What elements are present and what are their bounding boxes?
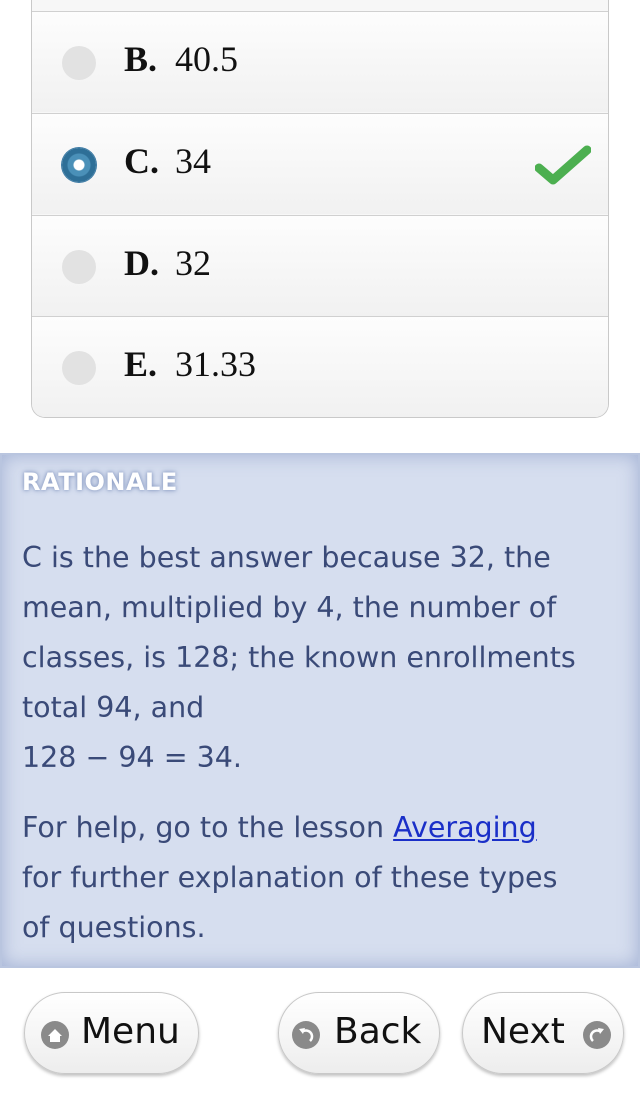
bottom-nav: Menu Back Next — [0, 968, 640, 1096]
option-e[interactable]: E. 31.33 — [32, 316, 608, 417]
option-b[interactable]: B. 40.5 — [32, 11, 608, 112]
back-label: Back — [334, 1011, 422, 1052]
next-button[interactable]: Next — [462, 992, 624, 1074]
help-line: of questions. — [22, 911, 206, 944]
help-line: for further explanation of these types — [22, 861, 558, 894]
rationale-line: 128 − 94 = 34. — [22, 741, 242, 774]
forward-arrow-icon — [583, 1021, 611, 1049]
option-b-text: 40.5 — [175, 39, 238, 79]
option-b-letter: B. — [124, 39, 158, 79]
option-c-letter: C. — [124, 141, 159, 181]
rationale-panel: RATIONALE C is the best answer because 3… — [0, 453, 640, 968]
option-c[interactable]: C. 34 — [32, 113, 608, 214]
menu-button[interactable]: Menu — [24, 992, 199, 1074]
rationale-line: total 94, and — [22, 691, 205, 724]
rationale-title: RATIONALE — [22, 468, 178, 496]
next-label: Next — [481, 1011, 565, 1052]
back-arrow-icon — [292, 1021, 320, 1049]
rationale-help: For help, go to the lesson Averaging for… — [22, 803, 627, 953]
rationale-body: C is the best answer because 32, the mea… — [22, 533, 627, 953]
radio-c-selected[interactable] — [62, 148, 96, 182]
option-d-text: 32 — [175, 243, 211, 283]
rationale-line: mean, multiplied by 4, the number of — [22, 591, 557, 624]
radio-d[interactable] — [62, 250, 96, 284]
radio-e[interactable] — [62, 351, 96, 385]
checkmark-icon — [535, 145, 591, 185]
home-icon — [41, 1021, 69, 1049]
back-button[interactable]: Back — [278, 992, 440, 1074]
option-c-text: 34 — [175, 141, 211, 181]
rationale-line: classes, is 128; the known enrollments — [22, 641, 576, 674]
radio-b[interactable] — [62, 46, 96, 80]
help-prefix: For help, go to the lesson — [22, 811, 394, 844]
option-e-text: 31.33 — [175, 344, 256, 384]
option-e-letter: E. — [124, 344, 158, 384]
rationale-line: C is the best answer because 32, the — [22, 541, 551, 574]
menu-label: Menu — [81, 1011, 180, 1052]
option-d[interactable]: D. 32 — [32, 215, 608, 316]
option-d-letter: D. — [124, 243, 159, 283]
rationale-explanation: C is the best answer because 32, the mea… — [22, 533, 627, 783]
answer-options-list: B. 40.5 C. 34 D. 32 E. 31.33 — [31, 0, 609, 418]
averaging-lesson-link[interactable]: Averaging — [393, 811, 537, 844]
